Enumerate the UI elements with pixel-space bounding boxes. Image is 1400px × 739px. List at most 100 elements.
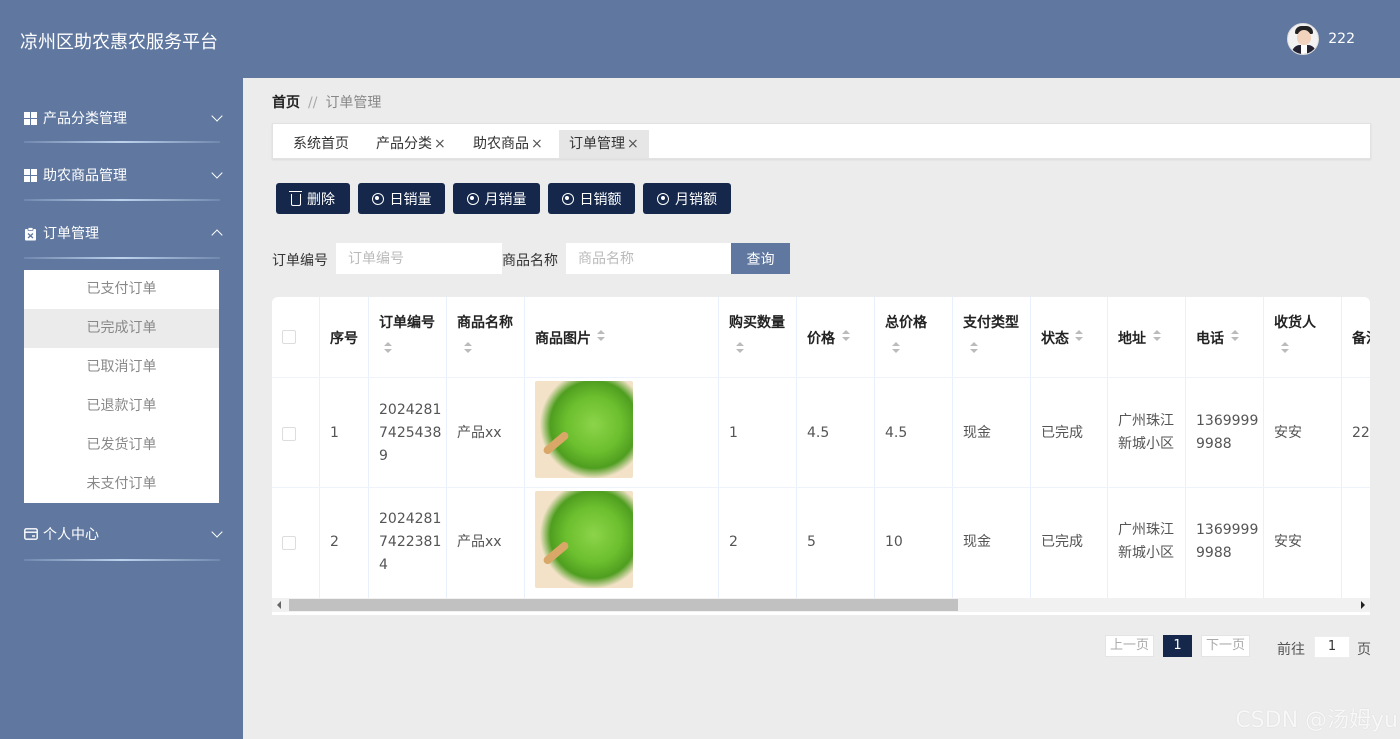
breadcrumb-home[interactable]: 首页 — [272, 95, 300, 111]
close-icon[interactable]: × — [434, 136, 446, 152]
header-product-image[interactable]: 商品图片 — [525, 297, 719, 377]
order-no-line: 2024281 — [379, 402, 442, 418]
table-row[interactable]: 1 2024281 7425438 9 产品xx 1 4.5 4.5 现金 已完… — [272, 377, 1370, 488]
query-button[interactable]: 查询 — [731, 243, 790, 274]
header-index: 序号 — [320, 297, 369, 377]
sort-icon[interactable] — [1075, 330, 1083, 342]
menu-product-category[interactable]: 产品分类管理 — [0, 78, 243, 136]
menu-personal-center[interactable]: 个人中心 — [0, 494, 243, 552]
row-index: 2 — [330, 534, 339, 550]
sort-icon[interactable] — [597, 330, 605, 342]
header-address[interactable]: 地址 — [1108, 297, 1186, 377]
menu-label: 助农商品管理 — [43, 168, 127, 184]
header-pay-type[interactable]: 支付类型 — [953, 297, 1031, 377]
address-line: 新城小区 — [1118, 436, 1174, 452]
sort-icon[interactable] — [464, 342, 472, 354]
delete-button[interactable]: 删除 — [276, 183, 350, 214]
scroll-left-icon[interactable] — [277, 601, 281, 609]
row-checkbox[interactable] — [282, 427, 296, 441]
sort-icon[interactable] — [970, 342, 978, 354]
status: 已完成 — [1041, 425, 1083, 441]
user-menu[interactable]: 222 — [1287, 23, 1355, 55]
submenu-refunded-orders[interactable]: 已退款订单 — [24, 387, 219, 426]
tab-label: 系统首页 — [293, 136, 349, 152]
product-image[interactable] — [535, 381, 633, 478]
menu-order-management[interactable]: 订单管理 — [0, 193, 243, 251]
page-number-current[interactable]: 1 — [1163, 635, 1192, 657]
header-quantity[interactable]: 购买数量 — [719, 297, 797, 377]
top-header: 凉州区助农惠农服务平台 222 — [0, 0, 1400, 78]
total: 10 — [885, 534, 903, 550]
header-phone[interactable]: 电话 — [1186, 297, 1264, 377]
header-product-name[interactable]: 商品名称 — [447, 297, 525, 377]
submenu-completed-orders[interactable]: 已完成订单 — [24, 309, 219, 348]
radio-dot-icon — [657, 192, 669, 205]
product-name-input[interactable] — [566, 243, 731, 274]
sort-icon[interactable] — [384, 342, 392, 354]
status: 已完成 — [1041, 534, 1083, 550]
pay-type: 现金 — [963, 425, 991, 441]
monthly-sales-amt-button[interactable]: 月销额 — [643, 183, 731, 214]
sort-icon[interactable] — [892, 342, 900, 354]
tab-label: 产品分类 — [376, 136, 432, 152]
chevron-down-icon — [211, 110, 223, 122]
app-title: 凉州区助农惠农服务平台 — [20, 32, 218, 53]
close-icon[interactable]: × — [531, 136, 543, 152]
tab-order-management[interactable]: 订单管理 × — [559, 130, 649, 158]
order-no-input[interactable] — [336, 243, 502, 274]
grid-icon — [24, 111, 37, 125]
order-no-line: 7422381 — [379, 534, 442, 550]
card-icon — [24, 527, 38, 541]
goto-page-input[interactable]: 1 — [1314, 636, 1350, 658]
product-image[interactable] — [535, 491, 633, 588]
header-price[interactable]: 价格 — [797, 297, 875, 377]
sort-icon[interactable] — [1231, 330, 1239, 342]
daily-sales-qty-button[interactable]: 日销量 — [358, 183, 445, 214]
row-index: 1 — [330, 425, 339, 441]
submenu-paid-orders[interactable]: 已支付订单 — [24, 270, 219, 309]
avatar[interactable] — [1287, 23, 1320, 55]
daily-sales-amt-button[interactable]: 日销额 — [548, 183, 635, 214]
price: 4.5 — [807, 425, 830, 441]
header-receiver[interactable]: 收货人 — [1264, 297, 1342, 377]
radio-dot-icon — [371, 192, 384, 205]
submenu-shipped-orders[interactable]: 已发货订单 — [24, 426, 219, 465]
select-all-checkbox[interactable] — [282, 330, 296, 344]
monthly-sales-qty-button[interactable]: 月销量 — [453, 183, 540, 214]
table-row[interactable]: 2 2024281 7422381 4 产品xx 2 5 10 现金 已完成 广… — [272, 487, 1370, 598]
tab-system-home[interactable]: 系统首页 — [283, 130, 359, 158]
address-line: 新城小区 — [1118, 545, 1174, 561]
order-no-line: 7425438 — [379, 425, 442, 441]
sort-icon[interactable] — [1153, 330, 1161, 342]
submenu-cancelled-orders[interactable]: 已取消订单 — [24, 348, 219, 387]
order-no-line: 9 — [379, 448, 388, 464]
menu-farm-products[interactable]: 助农商品管理 — [0, 135, 243, 193]
next-page-button[interactable]: 下一页 — [1201, 635, 1250, 657]
quantity: 1 — [729, 425, 738, 441]
header-status[interactable]: 状态 — [1031, 297, 1108, 377]
product-name: 产品xx — [457, 425, 502, 441]
pay-type: 现金 — [963, 534, 991, 550]
username[interactable]: 222 — [1328, 31, 1355, 47]
prev-page-button[interactable]: 上一页 — [1105, 635, 1154, 657]
clipboard-icon — [24, 226, 37, 240]
order-submenu: 已支付订单 已完成订单 已取消订单 已退款订单 已发货订单 未支付订单 — [24, 270, 219, 503]
header-remark[interactable]: 备注 — [1342, 297, 1370, 377]
header-order-no[interactable]: 订单编号 — [369, 297, 447, 377]
chevron-down-icon — [211, 526, 223, 538]
watermark: CSDN @汤姆yu — [1235, 708, 1398, 733]
goto-label: 前往 — [1277, 642, 1305, 658]
tab-farm-products[interactable]: 助农商品 × — [463, 130, 553, 158]
tab-product-category[interactable]: 产品分类 × — [366, 130, 456, 158]
row-checkbox[interactable] — [282, 536, 296, 550]
sort-icon[interactable] — [736, 342, 744, 354]
close-icon[interactable]: × — [627, 136, 639, 152]
sort-icon[interactable] — [842, 330, 850, 342]
scrollbar-thumb[interactable] — [289, 599, 958, 611]
horizontal-scrollbar[interactable] — [272, 598, 1370, 612]
sort-icon[interactable] — [1281, 342, 1289, 354]
quantity: 2 — [729, 534, 738, 550]
menu-label: 订单管理 — [43, 226, 99, 242]
header-total[interactable]: 总价格 — [875, 297, 953, 377]
scroll-right-icon[interactable] — [1361, 601, 1365, 609]
